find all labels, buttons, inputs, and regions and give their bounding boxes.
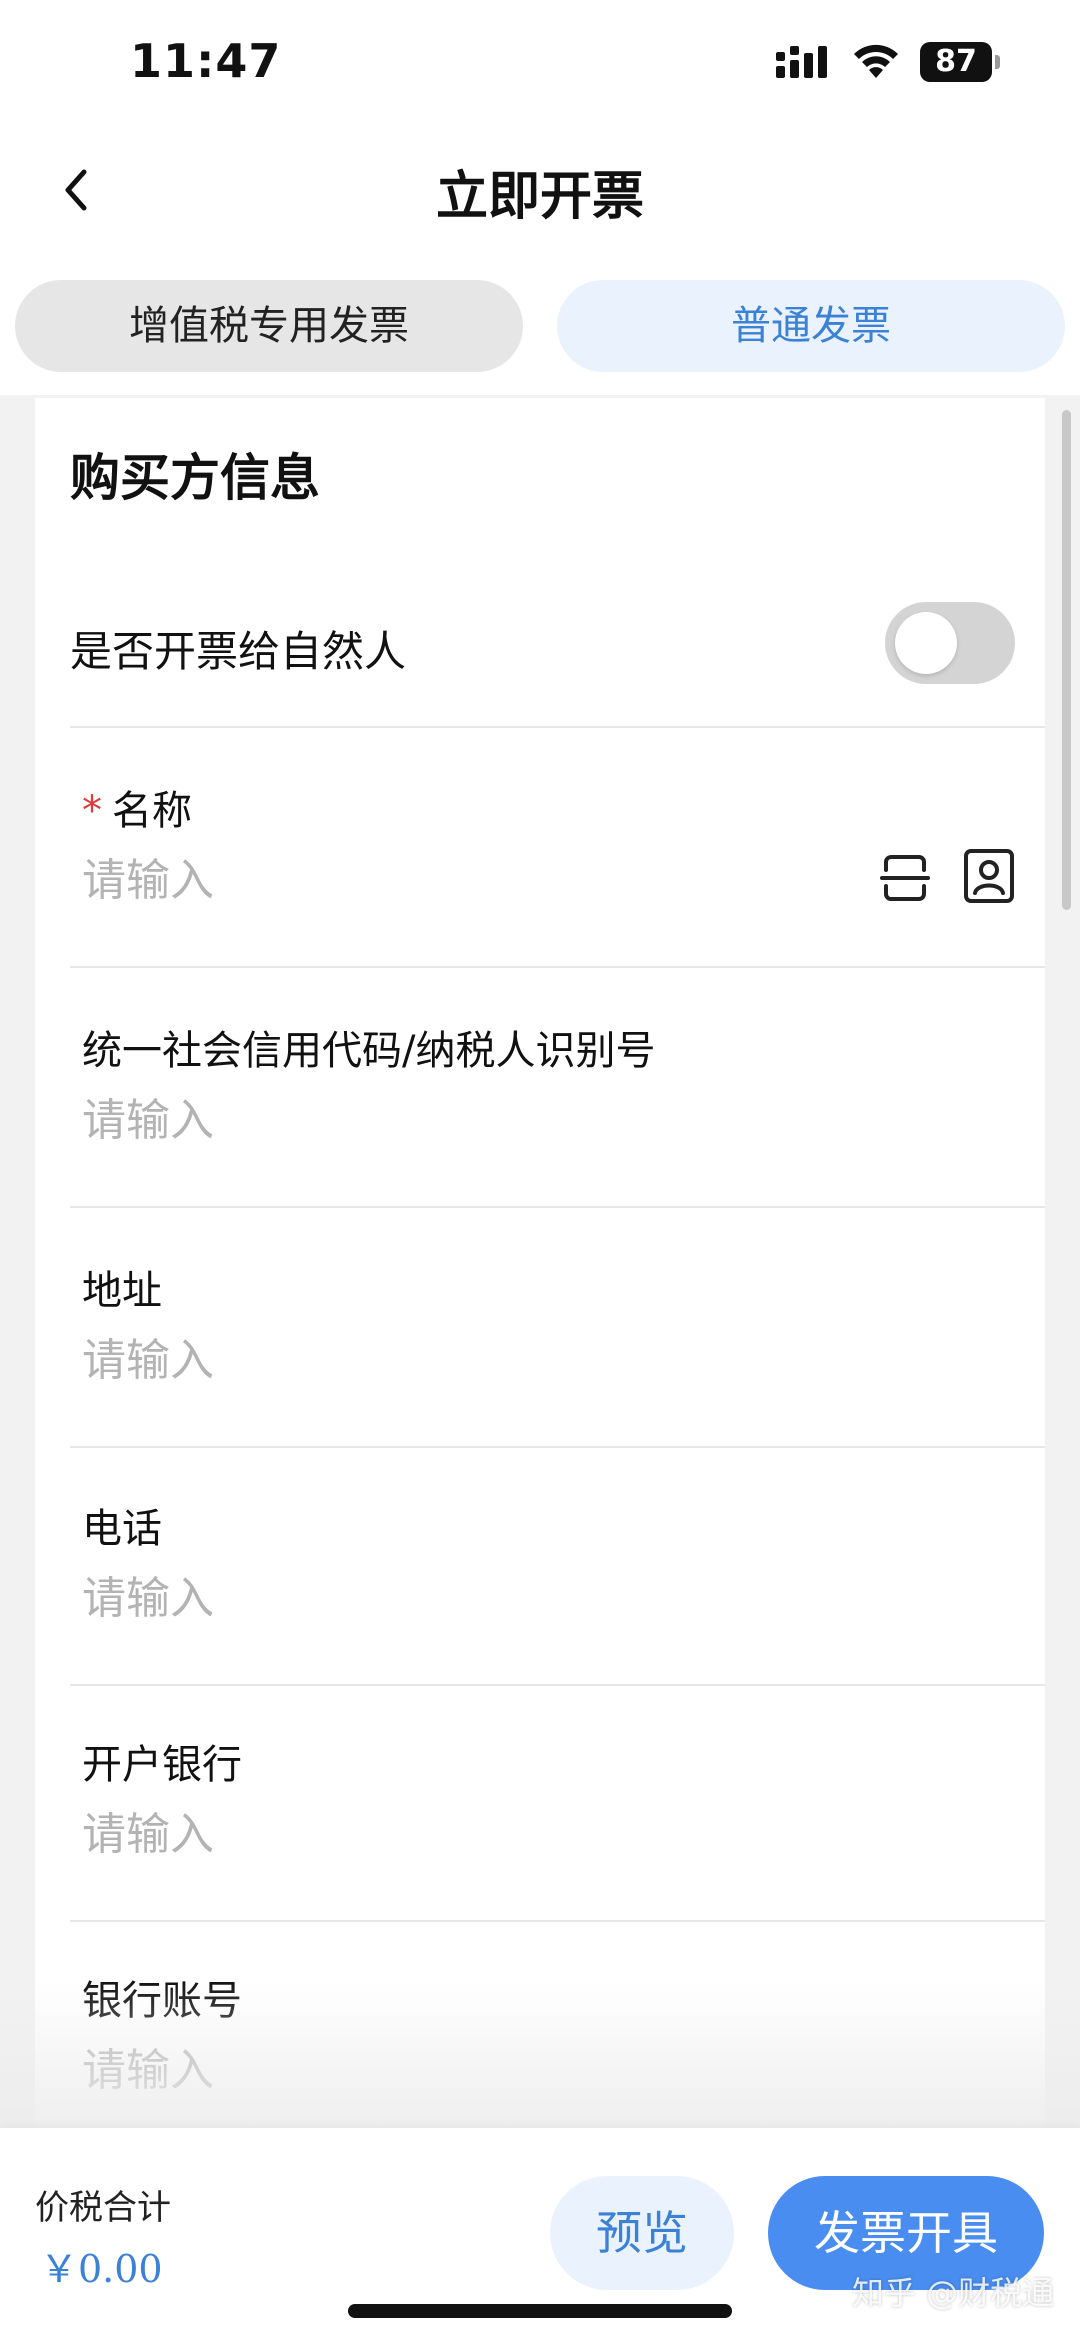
battery-level: 87 xyxy=(920,42,992,82)
field-label: 开户银行 xyxy=(82,1742,242,1788)
cellular-signal-icon xyxy=(776,46,827,78)
phone-input[interactable] xyxy=(82,1566,842,1630)
invoice-page: 11:47 87 立即开票 增值税专用发票 普通发票 购买方信息 是否开票给自然… xyxy=(0,0,1080,2336)
buyer-info-card: 购买方信息 是否开票给自然人 *名称 统一社会信用代码/纳税人识 xyxy=(35,398,1045,2138)
wifi-icon xyxy=(854,44,898,78)
preview-button[interactable]: 预览 xyxy=(550,2176,734,2290)
natural-person-row: 是否开票给自然人 xyxy=(70,568,1045,728)
required-mark: * xyxy=(82,788,102,834)
field-label: 地址 xyxy=(82,1268,162,1314)
address-input[interactable] xyxy=(82,1328,842,1392)
battery-tip xyxy=(995,55,1000,69)
status-bar: 11:47 87 xyxy=(0,0,1080,120)
bank-input[interactable] xyxy=(82,1802,842,1866)
battery-icon: 87 xyxy=(920,42,1000,82)
natural-person-toggle[interactable] xyxy=(885,602,1015,684)
field-label: 统一社会信用代码/纳税人识别号 xyxy=(82,1028,656,1074)
scrollbar[interactable] xyxy=(1062,410,1071,910)
toggle-knob xyxy=(895,612,957,674)
home-indicator[interactable] xyxy=(348,2304,732,2318)
field-label: * 名称 xyxy=(82,778,192,836)
contact-icon[interactable] xyxy=(963,848,1015,904)
chevron-left-icon[interactable] xyxy=(50,160,110,220)
field-name: * 名称 xyxy=(70,730,1045,968)
field-label-text: 名称 xyxy=(112,788,192,834)
nav-bar: 立即开票 xyxy=(0,120,1080,260)
field-bank-account: 银行账号 xyxy=(70,1920,1045,2158)
total-label: 价税合计 xyxy=(35,2188,171,2228)
tab-vat-special-invoice[interactable]: 增值税专用发票 xyxy=(15,280,523,372)
field-bank: 开户银行 xyxy=(70,1684,1045,1922)
watermark: 知乎 @财税通 xyxy=(852,2274,1055,2312)
scan-icon[interactable] xyxy=(880,852,930,904)
field-label: 银行账号 xyxy=(82,1978,242,2024)
tax-id-input[interactable] xyxy=(82,1088,842,1152)
total-value: ￥0.00 xyxy=(40,2247,163,2291)
bank-account-input[interactable] xyxy=(82,2038,842,2102)
page-title: 立即开票 xyxy=(435,167,644,227)
natural-person-label: 是否开票给自然人 xyxy=(70,627,407,676)
tab-normal-invoice[interactable]: 普通发票 xyxy=(557,280,1065,372)
bottom-action-bar: 价税合计 ￥0.00 预览 发票开具 知乎 @财税通 xyxy=(0,2128,1080,2336)
name-input[interactable] xyxy=(82,848,842,912)
field-label: 电话 xyxy=(82,1506,162,1552)
field-phone: 电话 xyxy=(70,1448,1045,1686)
invoice-type-tabs: 增值税专用发票 普通发票 xyxy=(0,260,1080,395)
field-tax-id: 统一社会信用代码/纳税人识别号 xyxy=(70,970,1045,1208)
status-time: 11:47 xyxy=(130,34,282,88)
field-address: 地址 xyxy=(70,1210,1045,1448)
section-title: 购买方信息 xyxy=(70,449,320,507)
